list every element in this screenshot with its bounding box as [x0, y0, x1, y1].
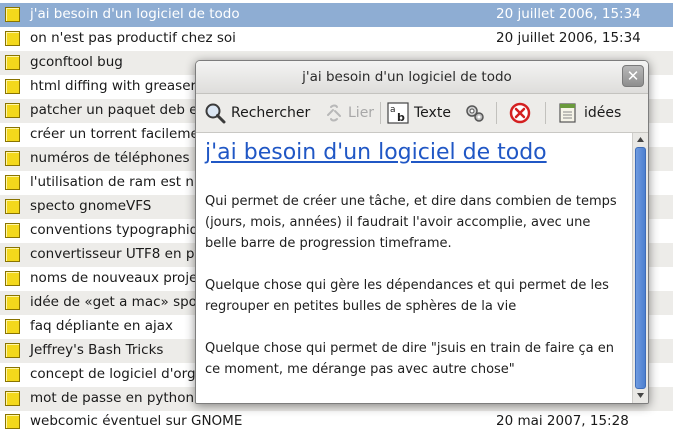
notebook-icon: [559, 103, 576, 123]
toolbar-separator: [545, 102, 546, 124]
note-title: l'utilisation de ram est n: [30, 174, 194, 190]
note-title: Jeffrey's Bash Tricks: [30, 342, 164, 358]
scroll-up-arrow-icon[interactable]: [635, 134, 646, 145]
note-paragraph: Quelque chose qui gère les dépendances e…: [205, 278, 609, 314]
note-title: html diffing with greaser: [30, 78, 197, 94]
note-paragraph: Quelque chose qui permet de dire "jsuis …: [205, 341, 614, 377]
window-title: j'ai besoin d'un logiciel de todo: [302, 69, 512, 85]
notebook-label: idées: [584, 105, 622, 121]
note-title: on n'est pas productif chez soi: [30, 30, 236, 46]
toolbar: Rechercher Lier a b Texte idées: [196, 94, 648, 133]
delete-button[interactable]: [509, 101, 531, 125]
svg-text:b: b: [397, 111, 405, 124]
text-button[interactable]: a b Texte: [387, 101, 451, 125]
notebook-button[interactable]: idées: [558, 101, 621, 125]
note-icon: [5, 223, 20, 238]
note-window: j'ai besoin d'un logiciel de todo ✕ Rech…: [195, 60, 649, 404]
note-title: numéros de téléphones: [30, 150, 190, 166]
tools-icon: [466, 105, 484, 122]
toolbar-separator: [496, 102, 497, 124]
note-icon: [5, 247, 20, 262]
note-title: convertisseur UTF8 en py: [30, 246, 203, 262]
search-icon: [205, 103, 226, 124]
note-row[interactable]: j'ai besoin d'un logiciel de todo 20 jui…: [0, 3, 673, 27]
note-icon: [5, 7, 20, 22]
note-icon: [5, 199, 20, 214]
note-icon: [5, 103, 20, 118]
note-icon: [5, 367, 20, 382]
search-label: Rechercher: [231, 105, 311, 121]
scroll-thumb[interactable]: [635, 147, 646, 389]
note-title: webcomic éventuel sur GNOME: [30, 413, 243, 429]
link-button[interactable]: Lier: [324, 101, 374, 125]
note-icon: [5, 343, 20, 358]
note-title: j'ai besoin d'un logiciel de todo: [30, 6, 240, 22]
note-icon: [5, 271, 20, 286]
note-title: concept de logiciel d'orga: [30, 366, 204, 382]
note-icon: [5, 79, 20, 94]
note-icon: [5, 175, 20, 190]
note-date: 20 juillet 2006, 15:34: [496, 30, 641, 46]
note-date: 20 juillet 2006, 15:34: [496, 6, 641, 22]
svg-text:a: a: [390, 105, 396, 115]
toolbar-separator: [380, 102, 381, 124]
close-button[interactable]: ✕: [622, 65, 644, 87]
note-title: créer un torrent facileme: [30, 126, 199, 142]
note-icon: [5, 127, 20, 142]
note-icon: [5, 319, 20, 334]
window-titlebar[interactable]: j'ai besoin d'un logiciel de todo ✕: [196, 61, 648, 94]
note-icon: [5, 151, 20, 166]
scroll-down-arrow-icon[interactable]: [635, 390, 646, 401]
note-icon: [5, 55, 20, 70]
note-title: faq dépliante en ajax: [30, 318, 173, 334]
note-editor[interactable]: j'ai besoin d'un logiciel de todo Qui pe…: [196, 133, 632, 403]
note-date: 20 mai 2007, 15:28: [496, 413, 629, 429]
close-icon: ✕: [626, 67, 640, 85]
note-title: specto gnomeVFS: [30, 198, 152, 214]
note-icon: [5, 295, 20, 310]
note-paragraph: Qui permet de créer une tâche, et dire d…: [205, 194, 617, 251]
tools-button[interactable]: [464, 101, 486, 125]
note-title: mot de passe en python: [30, 390, 195, 406]
link-icon: [327, 104, 341, 122]
note-icon: [5, 391, 20, 406]
note-row[interactable]: webcomic éventuel sur GNOME 20 mai 2007,…: [0, 410, 673, 434]
note-icon: [5, 31, 20, 46]
note-title: patcher un paquet deb e: [30, 102, 198, 118]
search-button[interactable]: Rechercher: [204, 101, 310, 125]
link-label: Lier: [348, 105, 375, 121]
note-title: gconftool bug: [30, 54, 123, 70]
note-heading[interactable]: j'ai besoin d'un logiciel de todo: [205, 140, 547, 165]
text-label: Texte: [414, 105, 451, 121]
note-row[interactable]: on n'est pas productif chez soi 20 juill…: [0, 27, 673, 51]
delete-icon: [509, 102, 531, 124]
note-title: idée de «get a mac» spoo: [30, 294, 206, 310]
note-title: conventions typographiq: [30, 222, 199, 238]
vertical-scrollbar[interactable]: [632, 133, 648, 403]
text-format-icon: a b: [387, 102, 409, 124]
note-title: noms de nouveaux proje: [30, 270, 198, 286]
